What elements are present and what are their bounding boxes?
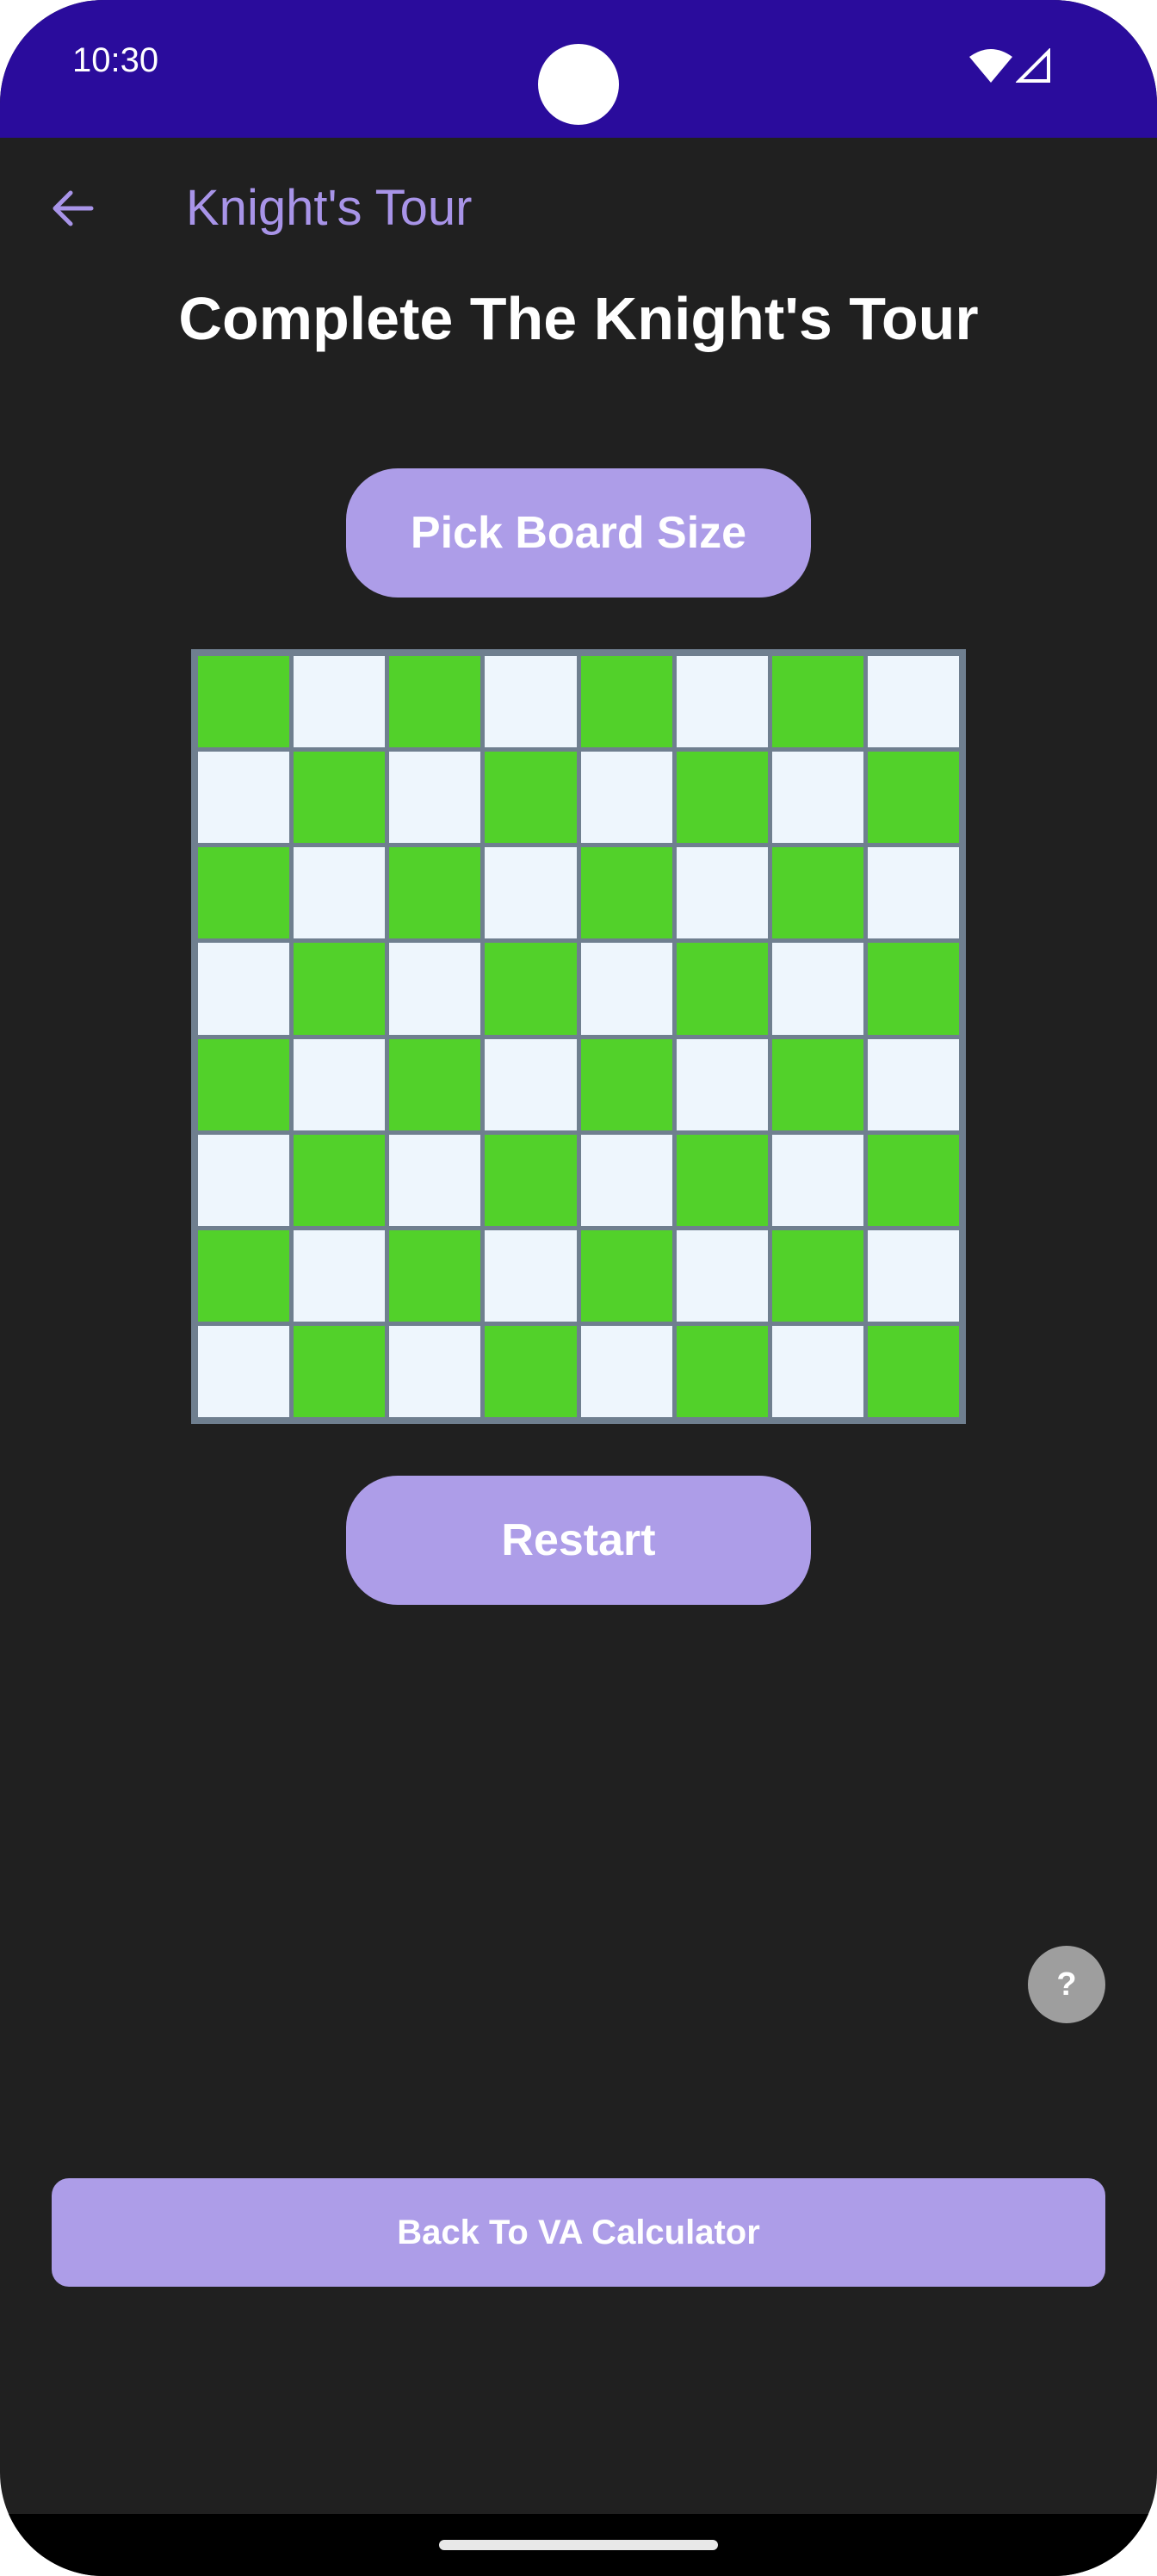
board-square[interactable] bbox=[294, 1134, 386, 1226]
home-indicator[interactable] bbox=[439, 2540, 718, 2550]
device-screen: 10:30 Knight's Tour Complete The Knight'… bbox=[0, 0, 1157, 2576]
app-title: Knight's Tour bbox=[186, 180, 473, 236]
board-square[interactable] bbox=[485, 656, 577, 748]
board-square[interactable] bbox=[771, 943, 863, 1035]
board-square[interactable] bbox=[389, 752, 481, 844]
board-square[interactable] bbox=[771, 847, 863, 939]
board-square[interactable] bbox=[198, 1134, 290, 1226]
help-button[interactable]: ? bbox=[1028, 1946, 1105, 2023]
board-square[interactable] bbox=[676, 1325, 768, 1417]
board-square[interactable] bbox=[580, 752, 672, 844]
board-square[interactable] bbox=[389, 1229, 481, 1322]
board-square[interactable] bbox=[771, 1325, 863, 1417]
board-square[interactable] bbox=[198, 847, 290, 939]
board-square[interactable] bbox=[198, 1038, 290, 1130]
board-square[interactable] bbox=[867, 1325, 959, 1417]
status-time: 10:30 bbox=[72, 41, 159, 79]
board-square[interactable] bbox=[676, 847, 768, 939]
back-to-calculator-button[interactable]: Back To VA Calculator bbox=[52, 2178, 1105, 2287]
board-square[interactable] bbox=[485, 1229, 577, 1322]
board-square[interactable] bbox=[771, 752, 863, 844]
board-square[interactable] bbox=[771, 1134, 863, 1226]
wifi-icon bbox=[969, 49, 1012, 83]
board-square[interactable] bbox=[580, 1134, 672, 1226]
board-square[interactable] bbox=[771, 656, 863, 748]
board-square[interactable] bbox=[676, 656, 768, 748]
pick-board-size-button[interactable]: Pick Board Size bbox=[346, 468, 811, 598]
board-square[interactable] bbox=[294, 656, 386, 748]
board-square[interactable] bbox=[198, 1325, 290, 1417]
page-heading: Complete The Knight's Tour bbox=[178, 285, 979, 352]
board-square[interactable] bbox=[389, 1325, 481, 1417]
chess-board bbox=[191, 649, 966, 1424]
board-square[interactable] bbox=[867, 1229, 959, 1322]
board-square[interactable] bbox=[580, 1038, 672, 1130]
board-square[interactable] bbox=[867, 1134, 959, 1226]
camera-cutout bbox=[538, 44, 619, 125]
board-square[interactable] bbox=[580, 1229, 672, 1322]
board-square[interactable] bbox=[294, 1038, 386, 1130]
board-square[interactable] bbox=[294, 752, 386, 844]
board-square[interactable] bbox=[676, 752, 768, 844]
board-square[interactable] bbox=[198, 1229, 290, 1322]
board-square[interactable] bbox=[771, 1229, 863, 1322]
board-square[interactable] bbox=[580, 847, 672, 939]
board-square[interactable] bbox=[485, 943, 577, 1035]
board-square[interactable] bbox=[867, 943, 959, 1035]
restart-button[interactable]: Restart bbox=[346, 1476, 811, 1605]
board-square[interactable] bbox=[389, 943, 481, 1035]
board-square[interactable] bbox=[867, 847, 959, 939]
arrow-left-icon[interactable] bbox=[48, 184, 96, 232]
board-square[interactable] bbox=[294, 1325, 386, 1417]
board-square[interactable] bbox=[389, 656, 481, 748]
board-square[interactable] bbox=[485, 1325, 577, 1417]
board-square[interactable] bbox=[389, 847, 481, 939]
board-square[interactable] bbox=[389, 1134, 481, 1226]
board-square[interactable] bbox=[198, 752, 290, 844]
board-square[interactable] bbox=[294, 943, 386, 1035]
board-square[interactable] bbox=[294, 1229, 386, 1322]
board-square[interactable] bbox=[867, 752, 959, 844]
board-square[interactable] bbox=[294, 847, 386, 939]
board-square[interactable] bbox=[198, 656, 290, 748]
board-square[interactable] bbox=[485, 752, 577, 844]
board-square[interactable] bbox=[867, 1038, 959, 1130]
app-bar: Knight's Tour bbox=[0, 138, 1157, 284]
status-bar: 10:30 bbox=[0, 0, 1157, 138]
board-square[interactable] bbox=[485, 847, 577, 939]
board-square[interactable] bbox=[580, 1325, 672, 1417]
signal-icon bbox=[1016, 48, 1050, 83]
board-square[interactable] bbox=[676, 1038, 768, 1130]
board-square[interactable] bbox=[867, 656, 959, 748]
board-square[interactable] bbox=[676, 1229, 768, 1322]
board-square[interactable] bbox=[580, 656, 672, 748]
board-square[interactable] bbox=[389, 1038, 481, 1130]
board-square[interactable] bbox=[580, 943, 672, 1035]
board-square[interactable] bbox=[676, 943, 768, 1035]
board-square[interactable] bbox=[198, 943, 290, 1035]
board-square[interactable] bbox=[771, 1038, 863, 1130]
board-square[interactable] bbox=[485, 1038, 577, 1130]
board-square[interactable] bbox=[485, 1134, 577, 1226]
board-square[interactable] bbox=[676, 1134, 768, 1226]
